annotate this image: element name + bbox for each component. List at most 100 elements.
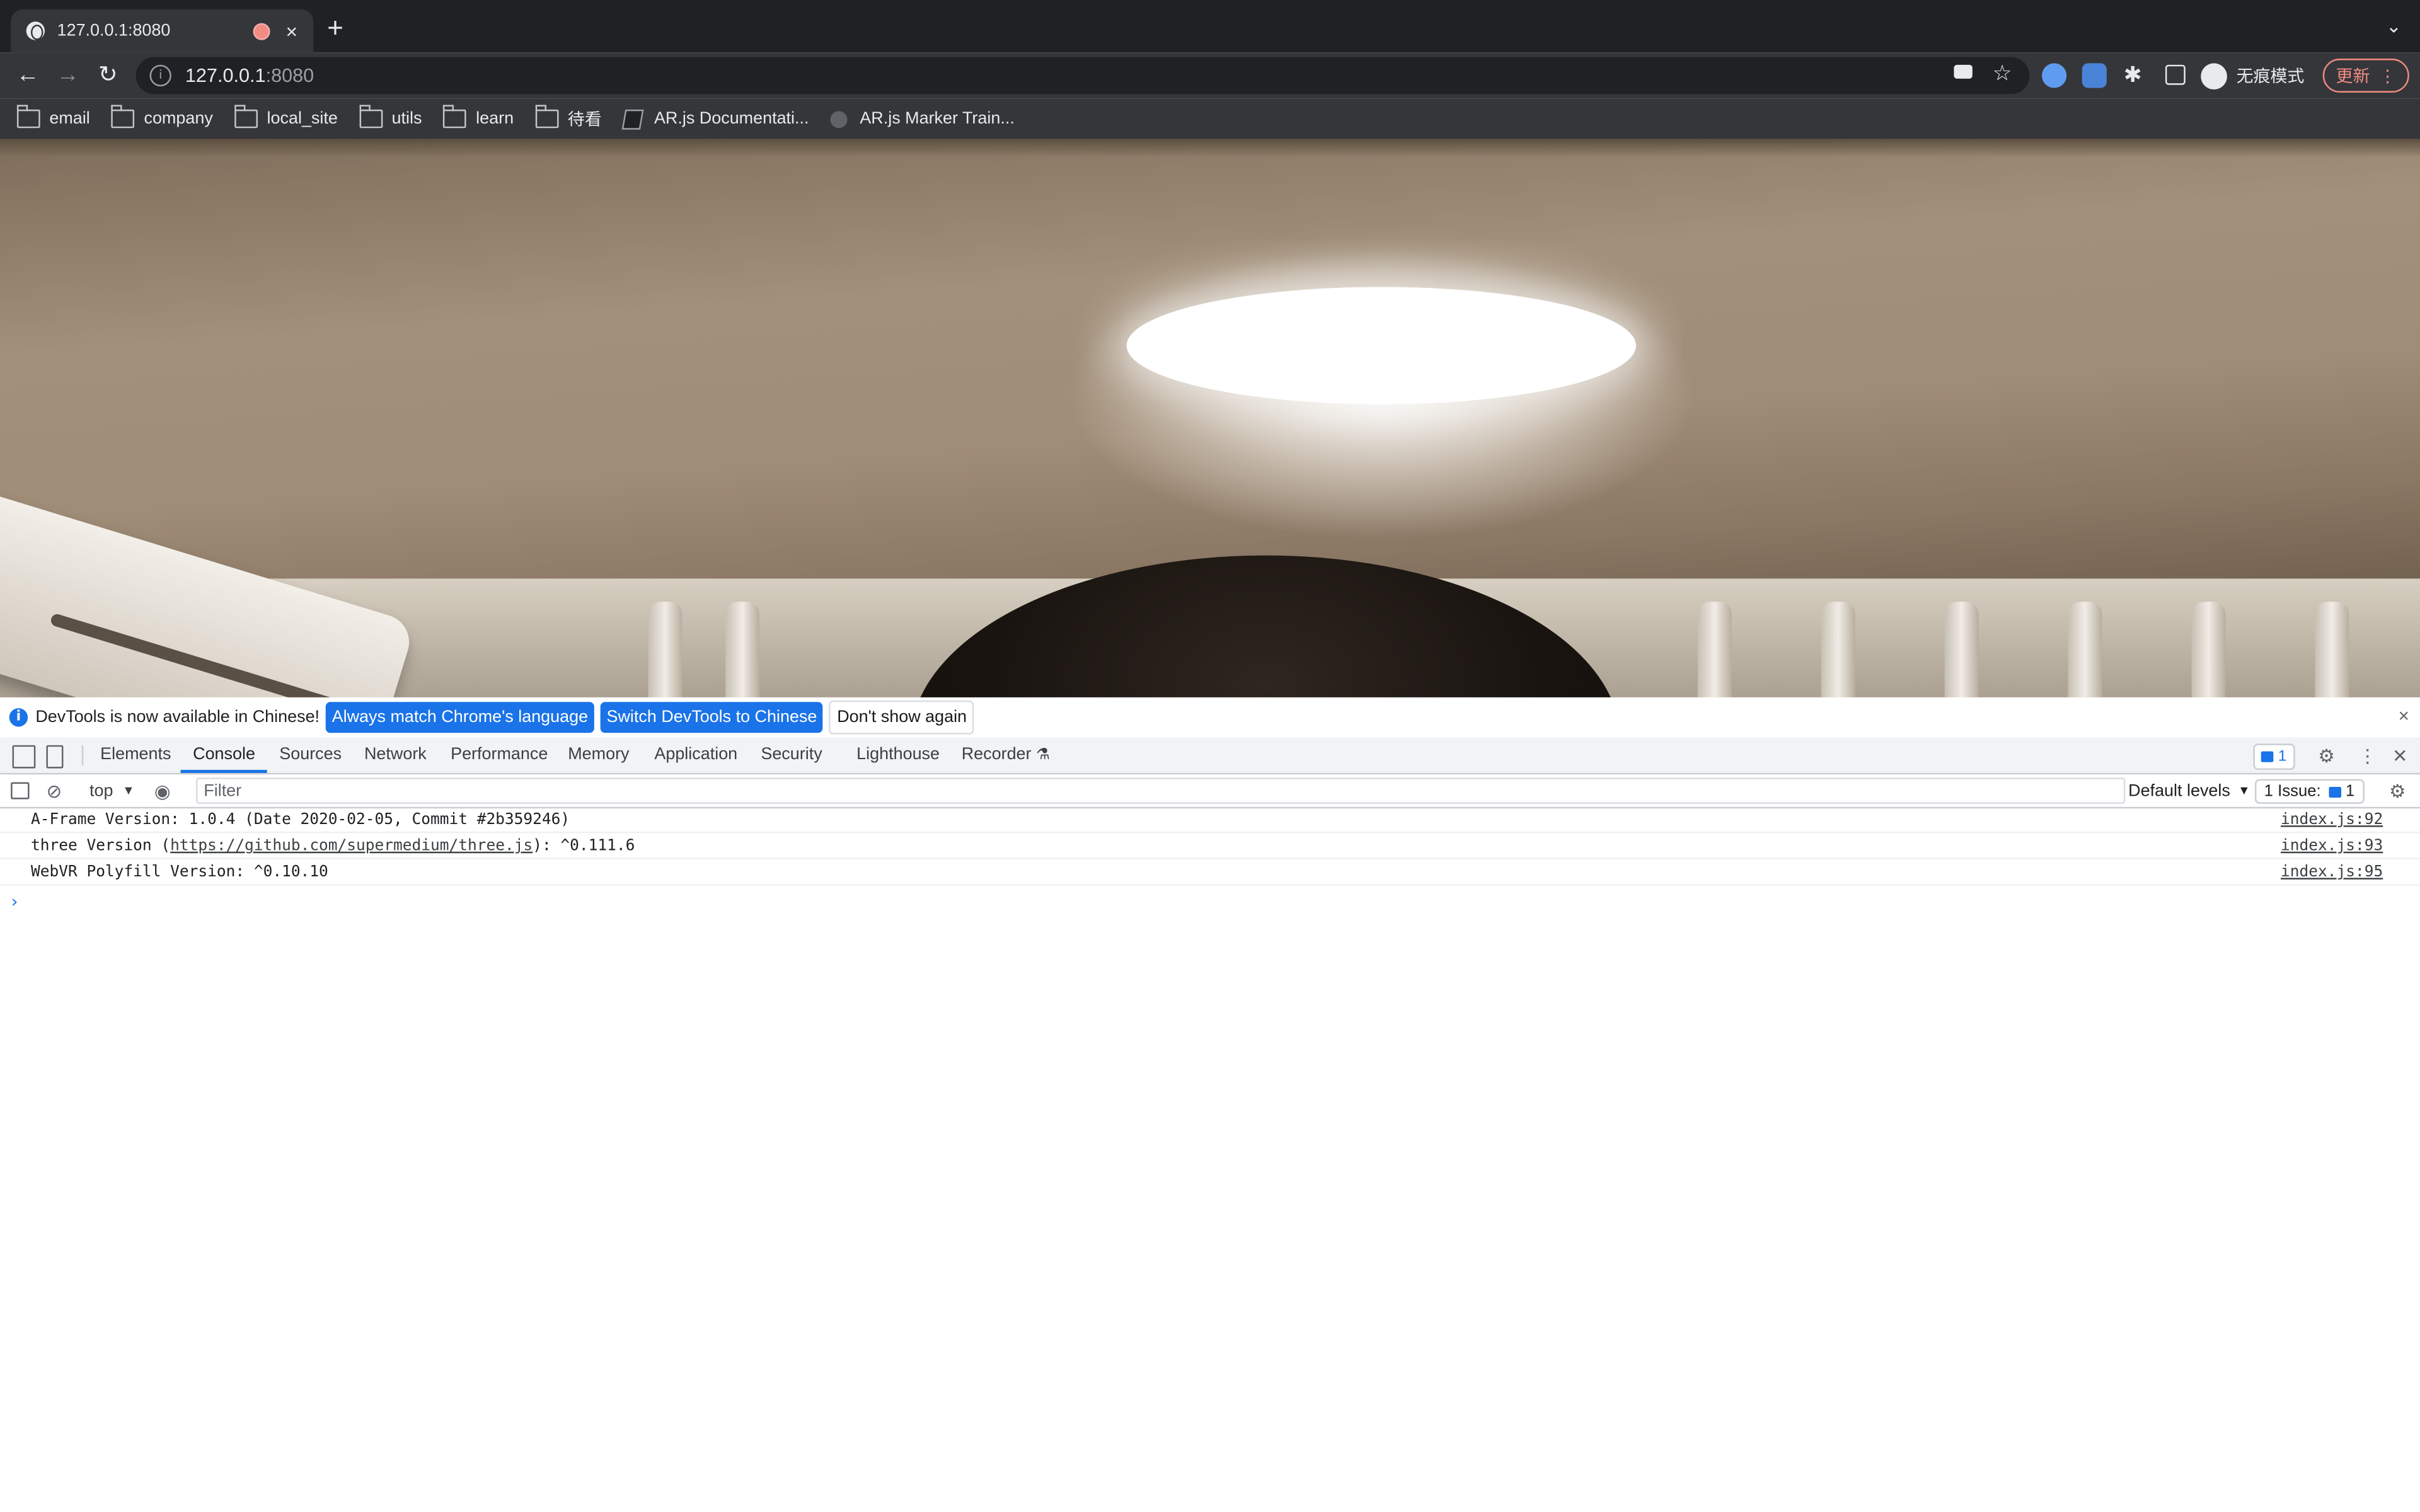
log-message: A-Frame Version: 1.0.4 (Date 2020-02-05,…: [30, 811, 570, 829]
extension-icon[interactable]: [2042, 63, 2067, 88]
tab-performance[interactable]: Performance: [451, 738, 548, 773]
log-levels-dropdown[interactable]: Default levels ▼: [2128, 774, 2250, 806]
address-host: 127.0.0.1: [185, 64, 266, 87]
context-label: top: [89, 781, 113, 800]
tab-close-icon[interactable]: ×: [282, 20, 301, 43]
recording-indicator-icon: [253, 22, 270, 40]
browser-toolbar: ← → ↻ i 127.0.0.1 :8080 ☆ ✱ 无痕模式 更新 ⋮: [0, 52, 2420, 99]
bookmark-label: local_site: [267, 109, 338, 129]
message-icon: [2328, 786, 2341, 797]
address-bar[interactable]: i 127.0.0.1 :8080: [135, 57, 2030, 94]
incognito-icon: [2201, 62, 2227, 89]
translate-icon[interactable]: [2082, 63, 2107, 88]
folder-icon: [359, 105, 383, 129]
devtools-language-infobar: i DevTools is now available in Chinese! …: [0, 697, 2420, 740]
log-source-link[interactable]: index.js:92: [2281, 811, 2383, 828]
bookmark-item[interactable]: AR.js Marker Train...: [830, 109, 1015, 129]
tab-memory[interactable]: Memory: [568, 738, 629, 773]
console-filter-input[interactable]: Filter: [196, 777, 2126, 804]
bookmark-label: 待看: [567, 111, 602, 130]
switch-chinese-button[interactable]: Switch DevTools to Chinese: [600, 702, 824, 733]
issues-count: 1: [2345, 782, 2355, 801]
tab-network[interactable]: Network: [364, 738, 427, 773]
messages-count: 1: [2278, 748, 2287, 765]
camera-icon[interactable]: [1954, 64, 1973, 79]
profile-label: 无痕模式: [2236, 67, 2305, 87]
devtools-panel: i DevTools is now available in Chinese! …: [0, 697, 2420, 1512]
globe-icon: [830, 110, 848, 128]
match-language-button[interactable]: Always match Chrome's language: [325, 702, 594, 733]
side-panel-icon[interactable]: [2165, 64, 2186, 85]
flask-icon: ⚗: [1036, 747, 1050, 764]
settings-icon[interactable]: ⚙: [2318, 738, 2334, 773]
update-button[interactable]: 更新 ⋮: [2322, 59, 2409, 93]
tab-elements[interactable]: Elements: [100, 738, 171, 773]
clear-console-icon[interactable]: ⊘: [46, 774, 62, 806]
message-icon: [2261, 751, 2274, 762]
devtools-close-icon[interactable]: ✕: [2392, 738, 2408, 773]
log-source-link[interactable]: index.js:93: [2281, 838, 2383, 855]
filter-placeholder: Filter: [204, 781, 242, 800]
log-entry: WebVR Polyfill Version: ^0.10.10 index.j…: [0, 859, 2420, 886]
tab-recorder[interactable]: Recorder ⚗: [962, 738, 1050, 773]
dont-show-again-button[interactable]: Don't show again: [829, 700, 975, 735]
globe-icon: [26, 21, 45, 40]
tab-lighthouse[interactable]: Lighthouse: [856, 738, 940, 773]
reload-icon[interactable]: ↻: [93, 60, 124, 91]
context-selector[interactable]: top ▼: [89, 774, 135, 806]
back-icon[interactable]: ←: [13, 60, 43, 91]
person-head: [910, 555, 1621, 697]
browser-window: 127.0.0.1:8080 × + ⌄ ← → ↻ i 127.0.0.1 :…: [0, 0, 2420, 1512]
bookmark-item[interactable]: utils: [359, 105, 422, 129]
messages-badge[interactable]: 1: [2253, 743, 2295, 770]
console-output: A-Frame Version: 1.0.4 (Date 2020-02-05,…: [0, 807, 2420, 1512]
infobar-close-icon[interactable]: ×: [2399, 705, 2409, 726]
incognito-profile[interactable]: 无痕模式: [2201, 62, 2304, 89]
log-entry: A-Frame Version: 1.0.4 (Date 2020-02-05,…: [0, 807, 2420, 833]
tab-sources[interactable]: Sources: [279, 738, 342, 773]
bookmark-item[interactable]: email: [16, 105, 90, 129]
puzzle-icon[interactable]: ✱: [2124, 62, 2142, 88]
issues-counter[interactable]: 1 Issue: 1: [2254, 779, 2364, 804]
bookmark-label: AR.js Documentati...: [654, 109, 809, 129]
devtools-menu-icon[interactable]: ⋮: [2358, 738, 2377, 773]
console-prompt[interactable]: ›: [9, 892, 20, 912]
bookmark-item[interactable]: AR.js Documentati...: [621, 108, 809, 129]
chevron-down-icon: ▼: [2238, 784, 2250, 798]
menu-dots-icon: ⋮: [2379, 67, 2397, 86]
inspect-element-icon[interactable]: [12, 745, 36, 769]
tab-console[interactable]: Console: [180, 738, 268, 773]
bookmark-item[interactable]: 待看: [535, 105, 602, 131]
log-entry: three Version (https://github.com/superm…: [0, 833, 2420, 860]
console-toolbar: ⊘ top ▼ ◉ Filter Default levels ▼ 1 Issu…: [0, 774, 2420, 809]
sidebar-toggle-icon[interactable]: [11, 774, 30, 806]
tab-application[interactable]: Application: [654, 738, 737, 773]
browser-tab[interactable]: 127.0.0.1:8080 ×: [11, 9, 314, 53]
log-message: WebVR Polyfill Version: ^0.10.10: [30, 864, 328, 881]
chevron-down-icon: ▼: [122, 784, 135, 798]
bookmark-label: AR.js Marker Train...: [860, 109, 1015, 129]
issues-label: 1 Issue:: [2264, 782, 2321, 801]
bookmark-label: learn: [476, 109, 514, 129]
update-label: 更新: [2336, 67, 2370, 87]
device-toolbar-icon[interactable]: [46, 745, 64, 769]
folder-icon: [234, 105, 258, 129]
new-tab-button[interactable]: +: [327, 14, 343, 42]
live-expression-eye-icon[interactable]: ◉: [154, 774, 171, 806]
bookmark-item[interactable]: company: [112, 105, 213, 129]
bookmark-star-icon[interactable]: ☆: [1993, 60, 2012, 87]
tab-security[interactable]: Security: [761, 738, 822, 773]
log-url-link[interactable]: https://github.com/supermedium/three.js: [170, 838, 533, 855]
tab-strip: 127.0.0.1:8080 × + ⌄: [0, 0, 2420, 53]
bookmark-item[interactable]: local_site: [234, 105, 338, 129]
tab-search-icon[interactable]: ⌄: [2386, 15, 2402, 37]
console-settings-icon[interactable]: ⚙: [2389, 774, 2406, 806]
bookmark-item[interactable]: learn: [443, 105, 514, 129]
book-icon: [621, 108, 644, 129]
info-icon: i: [9, 708, 28, 727]
levels-label: Default levels: [2128, 781, 2230, 800]
forward-icon[interactable]: →: [52, 60, 83, 91]
site-info-icon[interactable]: i: [149, 64, 171, 87]
log-source-link[interactable]: index.js:95: [2281, 864, 2383, 881]
address-port: :8080: [265, 64, 314, 87]
